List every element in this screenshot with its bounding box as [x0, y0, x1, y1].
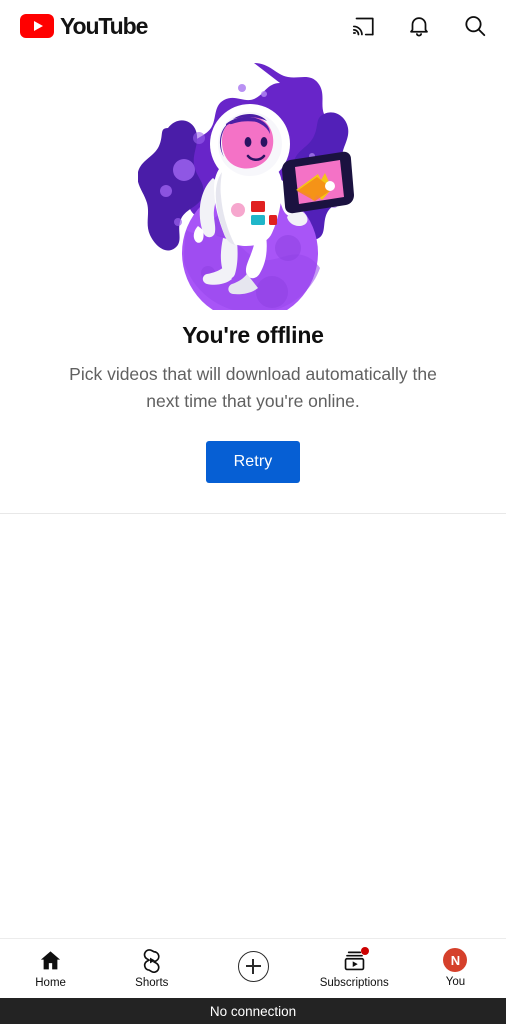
youtube-play-badge-icon [20, 14, 54, 38]
home-icon [38, 948, 63, 973]
nav-item-you[interactable]: N You [405, 939, 506, 998]
youtube-logo[interactable]: YouTube [20, 12, 148, 39]
avatar-icon: N [443, 948, 468, 973]
shorts-icon [139, 948, 164, 973]
header-actions [350, 13, 488, 39]
nav-item-create[interactable] [202, 939, 303, 998]
search-icon[interactable] [462, 13, 488, 39]
empty-content-area [0, 514, 506, 938]
no-connection-status-bar: No connection [0, 998, 506, 1024]
youtube-wordmark: YouTube [60, 12, 148, 39]
nav-label-home: Home [35, 976, 66, 989]
nav-item-subscriptions[interactable]: Subscriptions [304, 939, 405, 998]
nav-item-shorts[interactable]: Shorts [101, 939, 202, 998]
bottom-navigation-bar: Home Shorts Subscriptions N You [0, 938, 506, 998]
play-triangle-icon [33, 21, 43, 31]
create-plus-icon [237, 950, 269, 982]
status-message: No connection [209, 1003, 297, 1019]
subscriptions-icon [342, 946, 369, 973]
offline-subtitle: Pick videos that will download automatic… [69, 364, 437, 411]
astronaut-on-planet-illustration [138, 63, 354, 310]
nav-label-shorts: Shorts [135, 976, 169, 989]
app-header: YouTube [0, 0, 506, 52]
subscriptions-badge-dot [360, 946, 369, 955]
tablet-device-icon [282, 151, 354, 214]
offline-panel: You're offline Pick videos that will dow… [0, 52, 506, 514]
retry-button[interactable]: Retry [205, 441, 301, 483]
youtube-offline-screen: YouTube You're offline Pick videos that … [0, 0, 506, 1024]
cast-icon[interactable] [350, 13, 376, 39]
offline-title: You're offline [182, 322, 324, 348]
nav-label-you: You [445, 976, 466, 989]
nav-label-subscriptions: Subscriptions [319, 976, 389, 989]
nav-item-home[interactable]: Home [0, 939, 101, 998]
notifications-icon[interactable] [406, 13, 432, 39]
